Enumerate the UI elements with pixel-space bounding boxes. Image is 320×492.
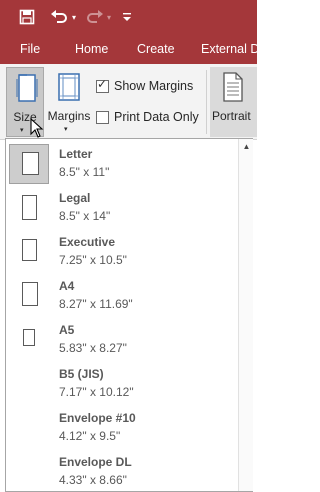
scroll-up-icon[interactable]: ▲ [239, 139, 254, 155]
size-option-envelope-dl[interactable]: Envelope DL 4.33" x 8.66" [8, 450, 236, 492]
show-margins-label: Show Margins [114, 79, 194, 93]
page-thumbnail-icon [9, 188, 49, 228]
print-data-only-check-box[interactable] [96, 110, 109, 124]
size-option-dimensions: 7.17" x 10.12" [59, 385, 134, 399]
ribbon-tabs: File Home Create External Da [0, 34, 266, 64]
size-option-dimensions: 8.5" x 14" [59, 209, 111, 223]
group-divider [206, 70, 207, 134]
size-option-dimensions: 7.25" x 10.5" [59, 253, 127, 267]
size-option-name: Envelope #10 [59, 411, 136, 425]
margins-icon [57, 72, 81, 107]
margins-label: Margins [47, 109, 91, 123]
portrait-button[interactable]: Portrait [210, 67, 257, 137]
page-thumbnail-icon [9, 320, 49, 360]
size-option-dimensions: 4.12" x 9.5" [59, 429, 121, 443]
page-thumbnail-icon [9, 276, 49, 316]
margins-button[interactable]: Margins ▾ [48, 67, 90, 137]
size-option-letter[interactable]: Letter 8.5" x 11" [8, 142, 236, 186]
redo-icon[interactable] [84, 6, 106, 28]
undo-icon[interactable] [48, 6, 70, 28]
show-margins-check-box[interactable]: ✓ [96, 76, 109, 93]
print-data-only-checkbox[interactable]: Print Data Only [96, 110, 199, 124]
size-option-a4[interactable]: A4 8.27" x 11.69" [8, 274, 236, 318]
size-option-dimensions: 8.27" x 11.69" [59, 297, 133, 311]
portrait-label: Portrait [212, 109, 251, 123]
show-margins-checkbox[interactable]: ✓ Show Margins [96, 76, 194, 93]
margins-dropdown-icon: ▾ [64, 126, 68, 133]
print-data-only-label: Print Data Only [114, 110, 199, 124]
tab-file[interactable]: File [20, 42, 40, 56]
page-size-gallery: Letter 8.5" x 11" Legal 8.5" x 14" Execu… [5, 138, 253, 492]
save-icon[interactable] [16, 6, 38, 28]
tab-create[interactable]: Create [137, 42, 175, 56]
redo-dropdown-icon[interactable]: ▾ [104, 6, 114, 28]
size-option-b5-jis[interactable]: B5 (JIS) 7.17" x 10.12" [8, 362, 236, 406]
page-size-list: Letter 8.5" x 11" Legal 8.5" x 14" Execu… [6, 139, 238, 492]
customize-toolbar-icon[interactable] [120, 6, 134, 28]
page-size-icon [16, 73, 38, 108]
size-option-dimensions: 5.83" x 8.27" [59, 341, 127, 355]
size-option-a5[interactable]: A5 5.83" x 8.27" [8, 318, 236, 362]
size-option-envelope-10[interactable]: Envelope #10 4.12" x 9.5" [8, 406, 236, 450]
size-option-name: Executive [59, 235, 116, 249]
size-dropdown-icon: ▾ [20, 127, 24, 134]
size-option-name: B5 (JIS) [59, 367, 104, 381]
undo-dropdown-icon[interactable]: ▾ [69, 6, 79, 28]
size-option-name: Letter [59, 147, 93, 161]
size-option-dimensions: 4.33" x 8.66" [59, 473, 127, 487]
checkmark-icon: ✓ [97, 76, 108, 91]
size-option-dimensions: 8.5" x 11" [59, 165, 110, 179]
size-option-executive[interactable]: Executive 7.25" x 10.5" [8, 230, 236, 274]
page-thumbnail-icon [9, 144, 49, 184]
size-option-name: Envelope DL [59, 455, 132, 469]
size-option-name: Legal [59, 191, 91, 205]
portrait-page-icon [222, 72, 244, 107]
size-option-name: A4 [59, 279, 75, 293]
quick-access-toolbar: ▾ ▾ [0, 0, 257, 34]
ribbon-page-layout: Size ▾ Margins ▾ ✓ Show Margins Print Da… [0, 64, 257, 140]
gallery-scrollbar[interactable]: ▲ [238, 139, 253, 491]
size-option-name: A5 [59, 323, 75, 337]
tab-home[interactable]: Home [75, 42, 108, 56]
size-option-legal[interactable]: Legal 8.5" x 14" [8, 186, 236, 230]
page-thumbnail-icon [9, 232, 49, 272]
tab-external-data[interactable]: External Da [201, 42, 266, 56]
